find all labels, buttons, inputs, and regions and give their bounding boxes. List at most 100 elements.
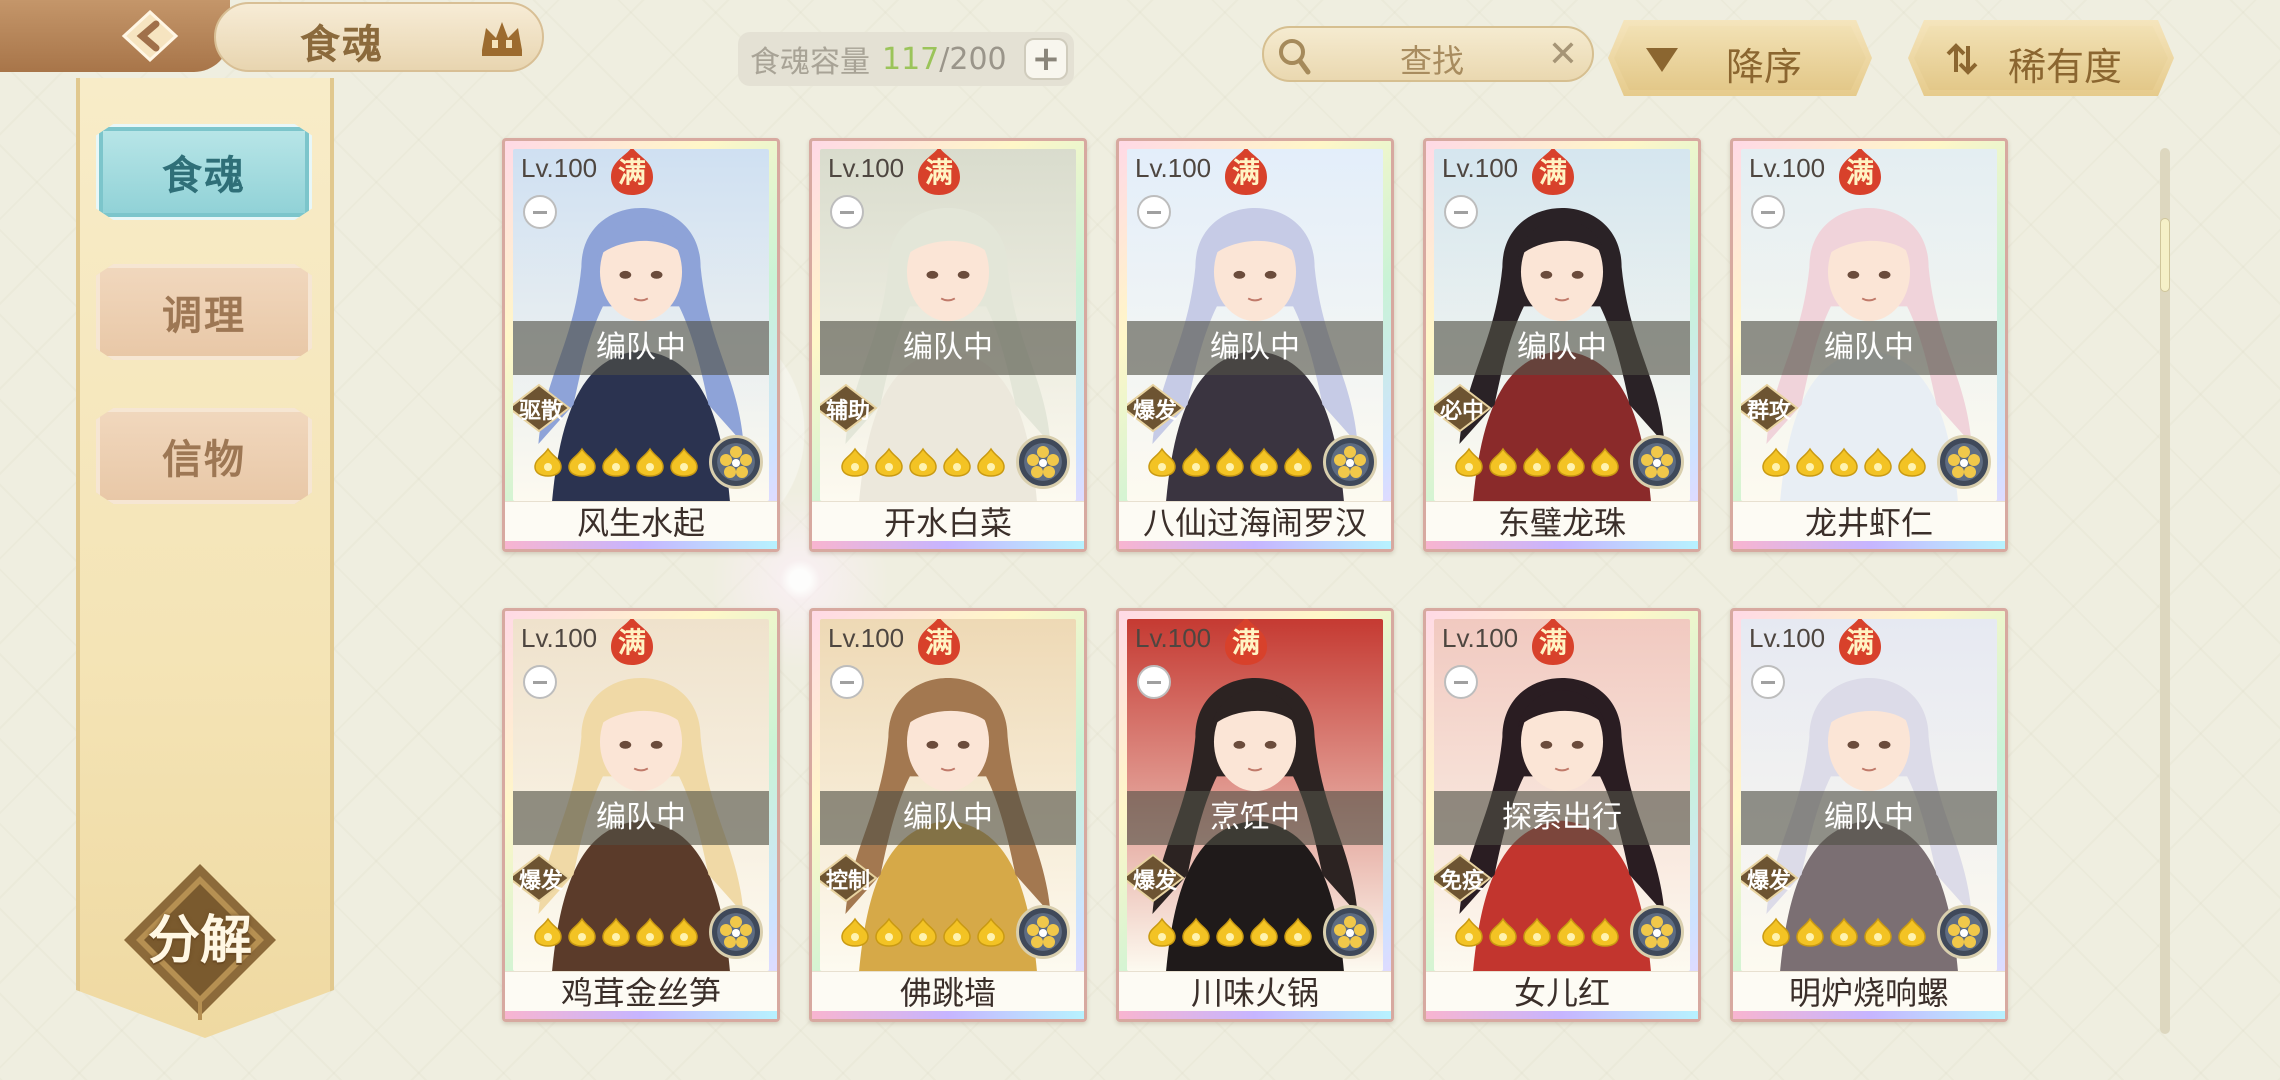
food-soul-name: 八仙过海闹罗汉 xyxy=(1119,501,1391,543)
flame-star-icon xyxy=(1148,917,1176,947)
flame-star-icon xyxy=(1557,447,1585,477)
lock-toggle-icon[interactable] xyxy=(830,195,864,229)
flame-star-icon xyxy=(1250,447,1278,477)
back-arrow-icon xyxy=(121,9,179,63)
rarity-strip xyxy=(1426,541,1698,549)
scrollbar[interactable] xyxy=(2160,148,2170,1034)
star-rating xyxy=(1761,447,1927,477)
status-band: 烹饪中 xyxy=(1127,791,1383,845)
tab-tokens[interactable]: 信物 xyxy=(96,408,312,504)
flame-star-icon xyxy=(909,447,937,477)
lock-toggle-icon[interactable] xyxy=(1751,665,1785,699)
star-rating xyxy=(1454,917,1620,947)
flame-star-icon xyxy=(534,917,562,947)
food-soul-card[interactable]: Lv.100 满烹饪中 爆发 川味火锅 xyxy=(1116,608,1394,1022)
lock-toggle-icon[interactable] xyxy=(1444,195,1478,229)
flame-star-icon xyxy=(1796,447,1824,477)
flower-icon xyxy=(1641,446,1673,478)
search-icon xyxy=(1279,39,1311,75)
flame-star-icon xyxy=(1523,447,1551,477)
scrollbar-thumb[interactable] xyxy=(2160,218,2170,292)
max-level-badge: 满 xyxy=(609,149,655,197)
flower-icon xyxy=(1641,916,1673,948)
role-text: 爆发 xyxy=(1132,869,1177,894)
tab-food-souls[interactable]: 食魂 xyxy=(96,124,312,220)
rarity-sort-button[interactable]: 稀有度 xyxy=(1908,20,2174,96)
clear-search-icon[interactable]: ✕ xyxy=(1548,34,1578,75)
flame-star-icon xyxy=(1455,917,1483,947)
element-icon xyxy=(1323,435,1377,489)
flame-star-icon xyxy=(1591,447,1619,477)
flower-icon xyxy=(1334,916,1366,948)
flame-star-icon xyxy=(1182,447,1210,477)
flame-star-icon xyxy=(909,917,937,947)
tab-conditioning[interactable]: 调理 xyxy=(96,264,312,360)
back-button[interactable] xyxy=(110,6,190,66)
flower-icon xyxy=(1948,446,1980,478)
flower-icon xyxy=(1027,916,1059,948)
food-soul-card[interactable]: Lv.100 满编队中 爆发 明炉烧响螺 xyxy=(1730,608,2008,1022)
element-icon xyxy=(1016,435,1070,489)
card-art-frame: Lv.100 满编队中 辅助 xyxy=(820,149,1076,501)
flame-star-icon xyxy=(534,447,562,477)
lock-toggle-icon[interactable] xyxy=(1444,665,1478,699)
crown-button[interactable] xyxy=(470,10,534,66)
flame-star-icon xyxy=(977,447,1005,477)
level-label: Lv.100 xyxy=(828,153,905,183)
max-level-badge: 满 xyxy=(916,619,962,667)
card-art-frame: Lv.100 满编队中 控制 xyxy=(820,619,1076,971)
food-soul-card[interactable]: Lv.100 满编队中 控制 佛跳墙 xyxy=(809,608,1087,1022)
role-badge: 免疫 xyxy=(1434,853,1492,903)
role-text: 辅助 xyxy=(825,399,870,424)
flame-star-icon xyxy=(670,447,698,477)
lock-toggle-icon[interactable] xyxy=(1751,195,1785,229)
flame-star-icon xyxy=(875,447,903,477)
decompose-label: 分解 xyxy=(147,911,252,971)
food-soul-grid: Lv.100 满编队中 驱散 风生水起 Lv.100 满编队中 辅助 开水白菜 Lv.100 满编… xyxy=(502,138,2022,1022)
lock-toggle-icon[interactable] xyxy=(830,665,864,699)
add-capacity-button[interactable]: + xyxy=(1024,38,1068,80)
role-text: 爆发 xyxy=(518,869,563,894)
lock-toggle-icon[interactable] xyxy=(1137,665,1171,699)
food-soul-card[interactable]: Lv.100 满编队中 辅助 开水白菜 xyxy=(809,138,1087,552)
capacity-current: 117 xyxy=(882,41,940,77)
rarity-sort-label: 稀有度 xyxy=(2008,45,2123,89)
status-band: 编队中 xyxy=(513,791,769,845)
flower-icon xyxy=(1948,916,1980,948)
food-soul-card[interactable]: Lv.100 满编队中 驱散 风生水起 xyxy=(502,138,780,552)
max-level-badge: 满 xyxy=(1223,149,1269,197)
max-level-badge: 满 xyxy=(1837,149,1883,197)
food-soul-card[interactable]: Lv.100 满探索出行 免疫 女儿红 xyxy=(1423,608,1701,1022)
lock-toggle-icon[interactable] xyxy=(523,665,557,699)
flame-star-icon xyxy=(1830,917,1858,947)
flame-star-icon xyxy=(1182,917,1210,947)
flame-star-icon xyxy=(1864,917,1892,947)
food-soul-card[interactable]: Lv.100 满编队中 群攻 龙井虾仁 xyxy=(1730,138,2008,552)
role-badge: 爆发 xyxy=(1127,853,1185,903)
max-level-text: 满 xyxy=(1845,156,1874,189)
search-input[interactable]: 查找 ✕ xyxy=(1262,26,1594,82)
card-art-frame: Lv.100 满编队中 爆发 xyxy=(1741,619,1997,971)
role-text: 控制 xyxy=(825,869,870,894)
rarity-strip xyxy=(505,1011,777,1019)
sort-order-button[interactable]: 降序 xyxy=(1608,20,1872,96)
star-rating xyxy=(533,447,699,477)
flame-star-icon xyxy=(568,917,596,947)
food-soul-card[interactable]: Lv.100 满编队中 爆发 鸡茸金丝笋 xyxy=(502,608,780,1022)
max-level-text: 满 xyxy=(617,156,646,189)
level-label: Lv.100 xyxy=(1135,153,1212,183)
level-label: Lv.100 xyxy=(521,623,598,653)
star-rating xyxy=(1454,447,1620,477)
role-badge: 必中 xyxy=(1434,383,1492,433)
element-icon xyxy=(1937,435,1991,489)
page-title: 食魂 xyxy=(300,22,384,68)
flame-star-icon xyxy=(1762,917,1790,947)
food-soul-card[interactable]: Lv.100 满编队中 必中 东璧龙珠 xyxy=(1423,138,1701,552)
star-rating xyxy=(1761,917,1927,947)
max-level-text: 满 xyxy=(1231,626,1260,659)
lock-toggle-icon[interactable] xyxy=(523,195,557,229)
food-soul-card[interactable]: Lv.100 满编队中 爆发 八仙过海闹罗汉 xyxy=(1116,138,1394,552)
level-label: Lv.100 xyxy=(521,153,598,183)
lock-toggle-icon[interactable] xyxy=(1137,195,1171,229)
food-soul-name: 川味火锅 xyxy=(1119,971,1391,1013)
